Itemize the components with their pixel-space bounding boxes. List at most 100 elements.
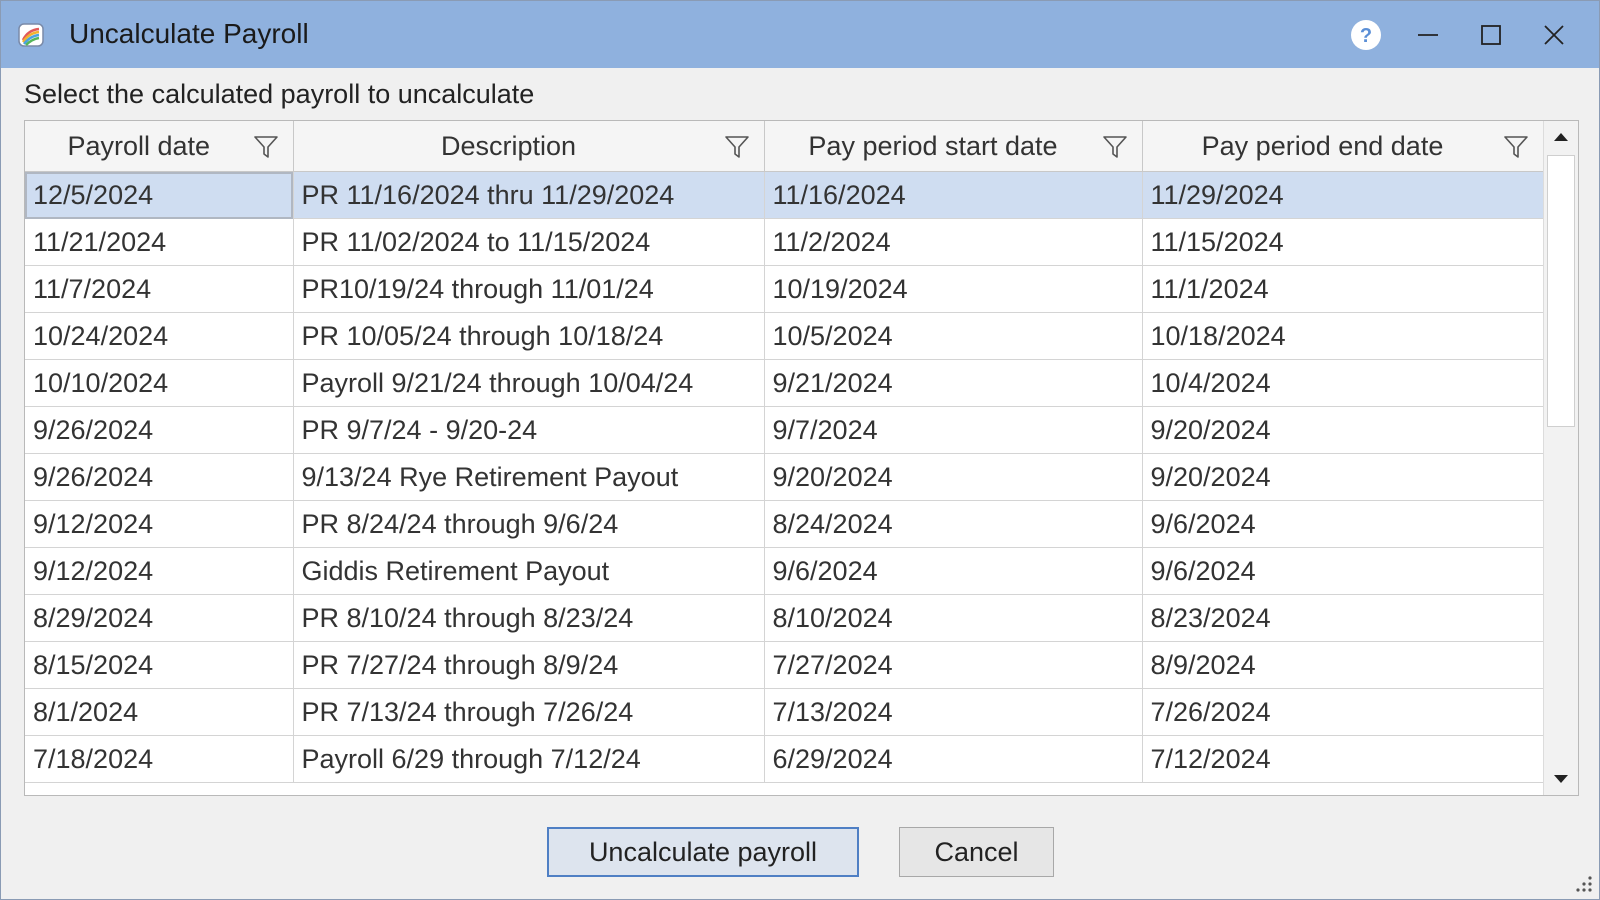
- payroll-grid[interactable]: Payroll date Description Pay period star…: [24, 120, 1579, 796]
- minimize-button[interactable]: [1408, 15, 1448, 55]
- payroll-date-cell[interactable]: 8/29/2024: [25, 594, 294, 642]
- filter-icon[interactable]: [253, 134, 279, 160]
- payroll-date-cell[interactable]: 9/26/2024: [25, 453, 294, 501]
- description-cell[interactable]: Payroll 6/29 through 7/12/24: [293, 735, 765, 783]
- description-cell[interactable]: PR 11/02/2024 to 11/15/2024: [293, 218, 765, 266]
- column-header-label: Pay period start date: [808, 130, 1058, 161]
- description-cell[interactable]: 9/13/24 Rye Retirement Payout: [293, 453, 765, 501]
- minimize-icon: [1418, 34, 1438, 36]
- description-cell[interactable]: PR 8/24/24 through 9/6/24: [293, 500, 765, 548]
- column-header-description[interactable]: Description: [293, 121, 765, 172]
- table-row[interactable]: 8/29/2024 PR 8/10/24 through 8/23/24 8/10/…: [25, 594, 1544, 642]
- description-cell[interactable]: PR 7/13/24 through 7/26/24: [293, 688, 765, 736]
- end-date-cell[interactable]: 9/6/2024: [1142, 500, 1544, 548]
- filter-icon[interactable]: [1102, 134, 1128, 160]
- description-cell[interactable]: PR 10/05/24 through 10/18/24: [293, 312, 765, 360]
- description-cell[interactable]: PR10/19/24 through 11/01/24: [293, 265, 765, 313]
- column-header-pay-period-end-date[interactable]: Pay period end date: [1142, 121, 1544, 172]
- column-header-pay-period-start-date[interactable]: Pay period start date: [764, 121, 1143, 172]
- table-row[interactable]: 10/10/2024 Payroll 9/21/24 through 10/04/…: [25, 359, 1544, 407]
- start-date-cell[interactable]: 7/13/2024: [764, 688, 1143, 736]
- description-cell[interactable]: PR 9/7/24 - 9/20-24: [293, 406, 765, 454]
- end-date-cell[interactable]: 9/6/2024: [1142, 547, 1544, 595]
- payroll-date-cell[interactable]: 9/26/2024: [25, 406, 294, 454]
- maximize-button[interactable]: [1471, 15, 1511, 55]
- resize-grip-icon[interactable]: [1573, 873, 1593, 893]
- description-cell[interactable]: PR 11/16/2024 thru 11/29/2024: [293, 171, 765, 219]
- table-row[interactable]: 10/24/2024 PR 10/05/24 through 10/18/24 10…: [25, 312, 1544, 360]
- table-row[interactable]: 12/5/2024 PR 11/16/2024 thru 11/29/2024 11…: [25, 171, 1544, 219]
- payroll-date-cell[interactable]: 7/18/2024: [25, 735, 294, 783]
- end-date-cell[interactable]: 10/4/2024: [1142, 359, 1544, 407]
- payroll-date-cell[interactable]: 9/12/2024: [25, 547, 294, 595]
- payroll-date-cell[interactable]: 10/24/2024: [25, 312, 294, 360]
- arrow-up-icon: [1554, 133, 1568, 141]
- end-date-cell[interactable]: 11/1/2024: [1142, 265, 1544, 313]
- table-row[interactable]: 11/21/2024 PR 11/02/2024 to 11/15/2024 11/…: [25, 218, 1544, 266]
- close-icon: [1544, 25, 1564, 45]
- start-date-cell[interactable]: 10/19/2024: [764, 265, 1143, 313]
- start-date-cell[interactable]: 6/29/2024: [764, 735, 1143, 783]
- help-button[interactable]: ?: [1346, 15, 1386, 55]
- end-date-cell[interactable]: 10/18/2024: [1142, 312, 1544, 360]
- title-bar[interactable]: Uncalculate Payroll ?: [1, 1, 1599, 68]
- end-date-cell[interactable]: 7/12/2024: [1142, 735, 1544, 783]
- payroll-date-cell[interactable]: 11/7/2024: [25, 265, 294, 313]
- start-date-cell[interactable]: 7/27/2024: [764, 641, 1143, 689]
- arrow-down-icon: [1554, 775, 1568, 783]
- maximize-icon: [1481, 25, 1501, 45]
- table-row[interactable]: 7/18/2024 Payroll 6/29 through 7/12/24 6/2…: [25, 735, 1544, 783]
- start-date-cell[interactable]: 9/6/2024: [764, 547, 1143, 595]
- column-header-payroll-date[interactable]: Payroll date: [25, 121, 294, 172]
- payroll-date-cell[interactable]: 8/1/2024: [25, 688, 294, 736]
- filter-icon[interactable]: [724, 134, 750, 160]
- svg-text:?: ?: [1360, 25, 1372, 47]
- end-date-cell[interactable]: 11/15/2024: [1142, 218, 1544, 266]
- table-row[interactable]: 9/12/2024 Giddis Retirement Payout 9/6/202…: [25, 547, 1544, 595]
- description-cell[interactable]: PR 8/10/24 through 8/23/24: [293, 594, 765, 642]
- description-cell[interactable]: Payroll 9/21/24 through 10/04/24: [293, 359, 765, 407]
- scroll-down-button[interactable]: [1544, 763, 1578, 795]
- start-date-cell[interactable]: 10/5/2024: [764, 312, 1143, 360]
- start-date-cell[interactable]: 11/16/2024: [764, 171, 1143, 219]
- instruction-label: Select the calculated payroll to uncalcu…: [24, 79, 535, 109]
- description-cell[interactable]: PR 7/27/24 through 8/9/24: [293, 641, 765, 689]
- end-date-cell[interactable]: 9/20/2024: [1142, 453, 1544, 501]
- vertical-scrollbar[interactable]: [1543, 121, 1578, 795]
- table-row[interactable]: 9/26/2024 9/13/24 Rye Retirement Payout 9/…: [25, 453, 1544, 501]
- end-date-cell[interactable]: 9/20/2024: [1142, 406, 1544, 454]
- table-row[interactable]: 8/1/2024 PR 7/13/24 through 7/26/24 7/13/2…: [25, 688, 1544, 736]
- start-date-cell[interactable]: 8/10/2024: [764, 594, 1143, 642]
- column-header-label: Payroll date: [67, 130, 211, 161]
- payroll-date-cell[interactable]: 8/15/2024: [25, 641, 294, 689]
- uncalculate-payroll-button[interactable]: Uncalculate payroll: [547, 827, 859, 877]
- cancel-button[interactable]: Cancel: [899, 827, 1054, 877]
- table-row[interactable]: 11/7/2024 PR10/19/24 through 11/01/24 10/1…: [25, 265, 1544, 313]
- payroll-date-cell[interactable]: 9/12/2024: [25, 500, 294, 548]
- close-button[interactable]: [1534, 15, 1574, 55]
- payroll-table-body: 12/5/2024 PR 11/16/2024 thru 11/29/2024 11…: [25, 171, 1544, 783]
- payroll-table: Payroll date Description Pay period star…: [25, 121, 1544, 783]
- payroll-app-icon: [18, 23, 44, 47]
- end-date-cell[interactable]: 8/23/2024: [1142, 594, 1544, 642]
- column-header-label: Pay period end date: [1201, 130, 1444, 161]
- payroll-date-cell[interactable]: 10/10/2024: [25, 359, 294, 407]
- help-icon: ?: [1351, 20, 1381, 50]
- scroll-up-button[interactable]: [1544, 121, 1578, 153]
- filter-icon[interactable]: [1503, 134, 1529, 160]
- table-row[interactable]: 8/15/2024 PR 7/27/24 through 8/9/24 7/27/2…: [25, 641, 1544, 689]
- start-date-cell[interactable]: 9/7/2024: [764, 406, 1143, 454]
- description-cell[interactable]: Giddis Retirement Payout: [293, 547, 765, 595]
- table-row[interactable]: 9/26/2024 PR 9/7/24 - 9/20-24 9/7/2024 9/20…: [25, 406, 1544, 454]
- payroll-date-cell[interactable]: 12/5/2024: [25, 171, 294, 219]
- start-date-cell[interactable]: 9/21/2024: [764, 359, 1143, 407]
- start-date-cell[interactable]: 8/24/2024: [764, 500, 1143, 548]
- end-date-cell[interactable]: 11/29/2024: [1142, 171, 1544, 219]
- start-date-cell[interactable]: 9/20/2024: [764, 453, 1143, 501]
- start-date-cell[interactable]: 11/2/2024: [764, 218, 1143, 266]
- end-date-cell[interactable]: 8/9/2024: [1142, 641, 1544, 689]
- end-date-cell[interactable]: 7/26/2024: [1142, 688, 1544, 736]
- payroll-date-cell[interactable]: 11/21/2024: [25, 218, 294, 266]
- table-row[interactable]: 9/12/2024 PR 8/24/24 through 9/6/24 8/24/2…: [25, 500, 1544, 548]
- scrollbar-thumb[interactable]: [1547, 155, 1575, 427]
